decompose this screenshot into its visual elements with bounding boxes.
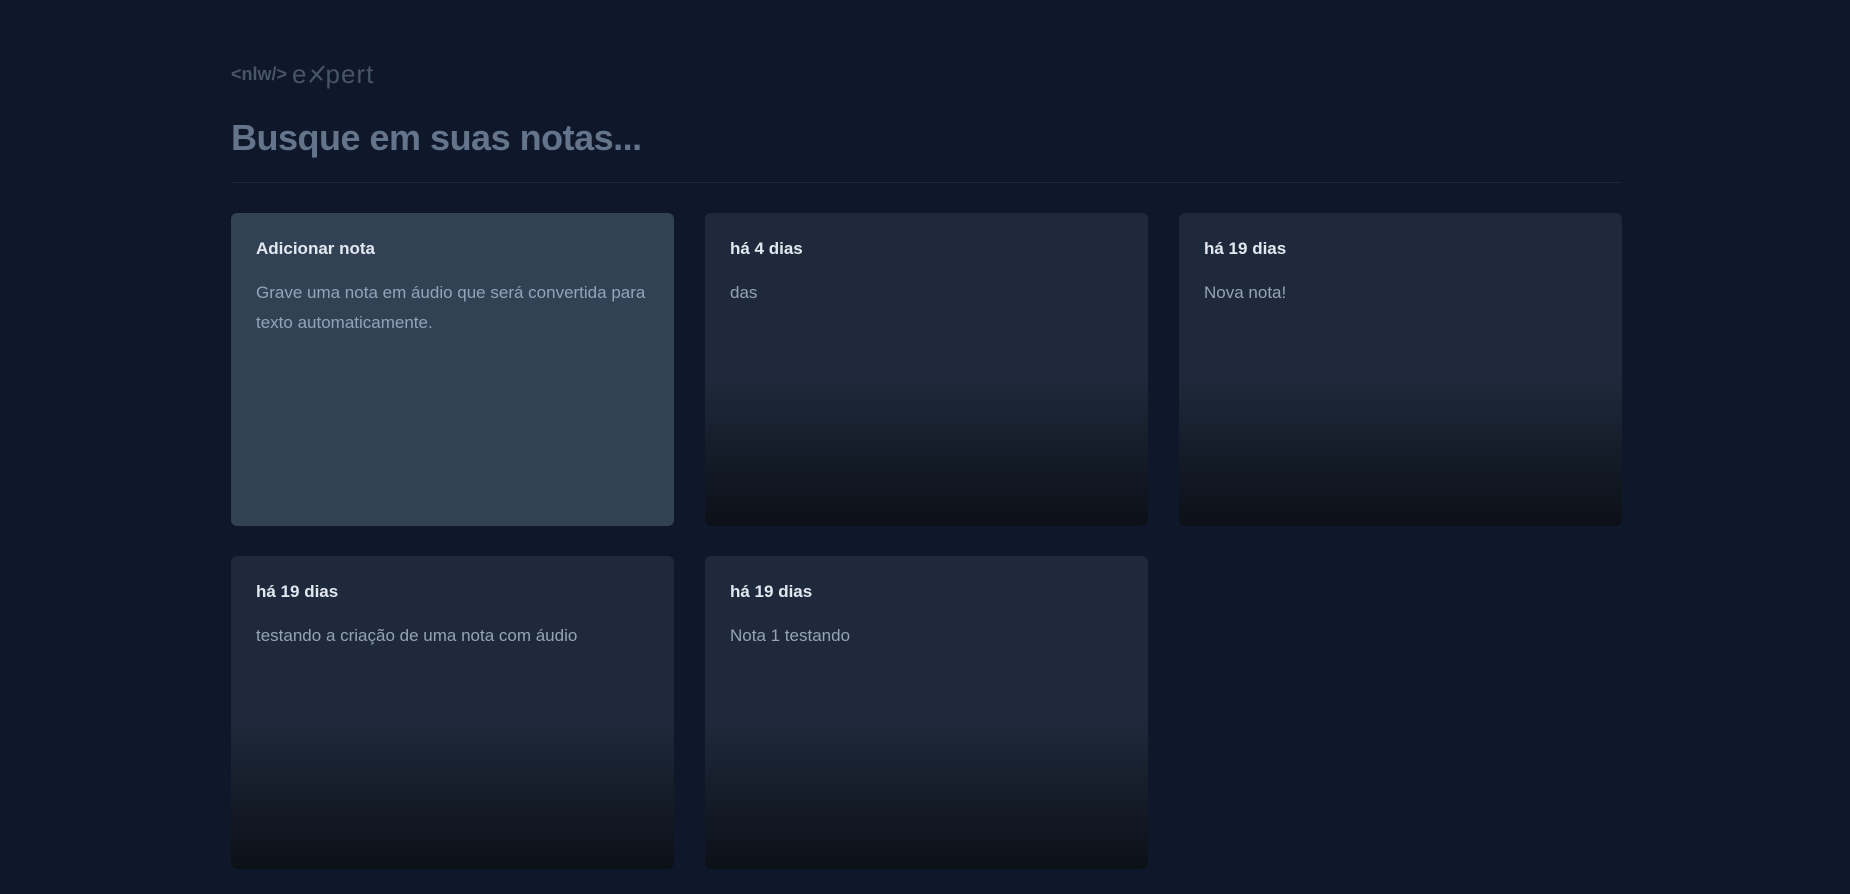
- logo-tag-text: <nlw/>: [231, 63, 288, 84]
- add-note-card[interactable]: Adicionar nota Grave uma nota em áudio q…: [231, 213, 674, 526]
- note-card[interactable]: há 19 dias testando a criação de uma not…: [231, 556, 674, 869]
- note-date: há 19 dias: [730, 582, 813, 601]
- note-card[interactable]: há 19 dias Nota 1 testando: [705, 556, 1148, 869]
- note-fade-overlay: [231, 719, 674, 869]
- note-content: das: [730, 283, 758, 302]
- notes-grid: Adicionar nota Grave uma nota em áudio q…: [231, 213, 1622, 869]
- add-note-title: Adicionar nota: [256, 239, 376, 258]
- note-card[interactable]: há 19 dias Nova nota!: [1179, 213, 1622, 526]
- note-content: testando a criação de uma nota com áudio: [256, 626, 578, 645]
- note-fade-overlay: [705, 376, 1148, 526]
- logo-word: e pert: [292, 59, 374, 90]
- note-date: há 4 dias: [730, 239, 803, 258]
- search-input[interactable]: [231, 112, 1621, 164]
- search-form: [231, 112, 1621, 164]
- note-card[interactable]: há 4 dias das: [705, 213, 1148, 526]
- note-fade-overlay: [1179, 376, 1622, 526]
- note-content: Nova nota!: [1204, 283, 1287, 302]
- divider: [231, 182, 1621, 183]
- logo-x-icon: [308, 62, 326, 86]
- note-fade-overlay: [705, 719, 1148, 869]
- note-date: há 19 dias: [256, 582, 339, 601]
- logo-word-end: pert: [325, 58, 375, 89]
- note-content: Nota 1 testando: [730, 626, 851, 645]
- app-container: <nlw/> epert Adicionar nota Grave uma no…: [231, 0, 1622, 869]
- nlw-expert-logo: <nlw/> e pert: [231, 58, 1621, 90]
- add-note-description: Grave uma nota em áudio que será convert…: [256, 283, 646, 332]
- logo-word-start: e: [292, 58, 308, 89]
- note-date: há 19 dias: [1204, 239, 1287, 258]
